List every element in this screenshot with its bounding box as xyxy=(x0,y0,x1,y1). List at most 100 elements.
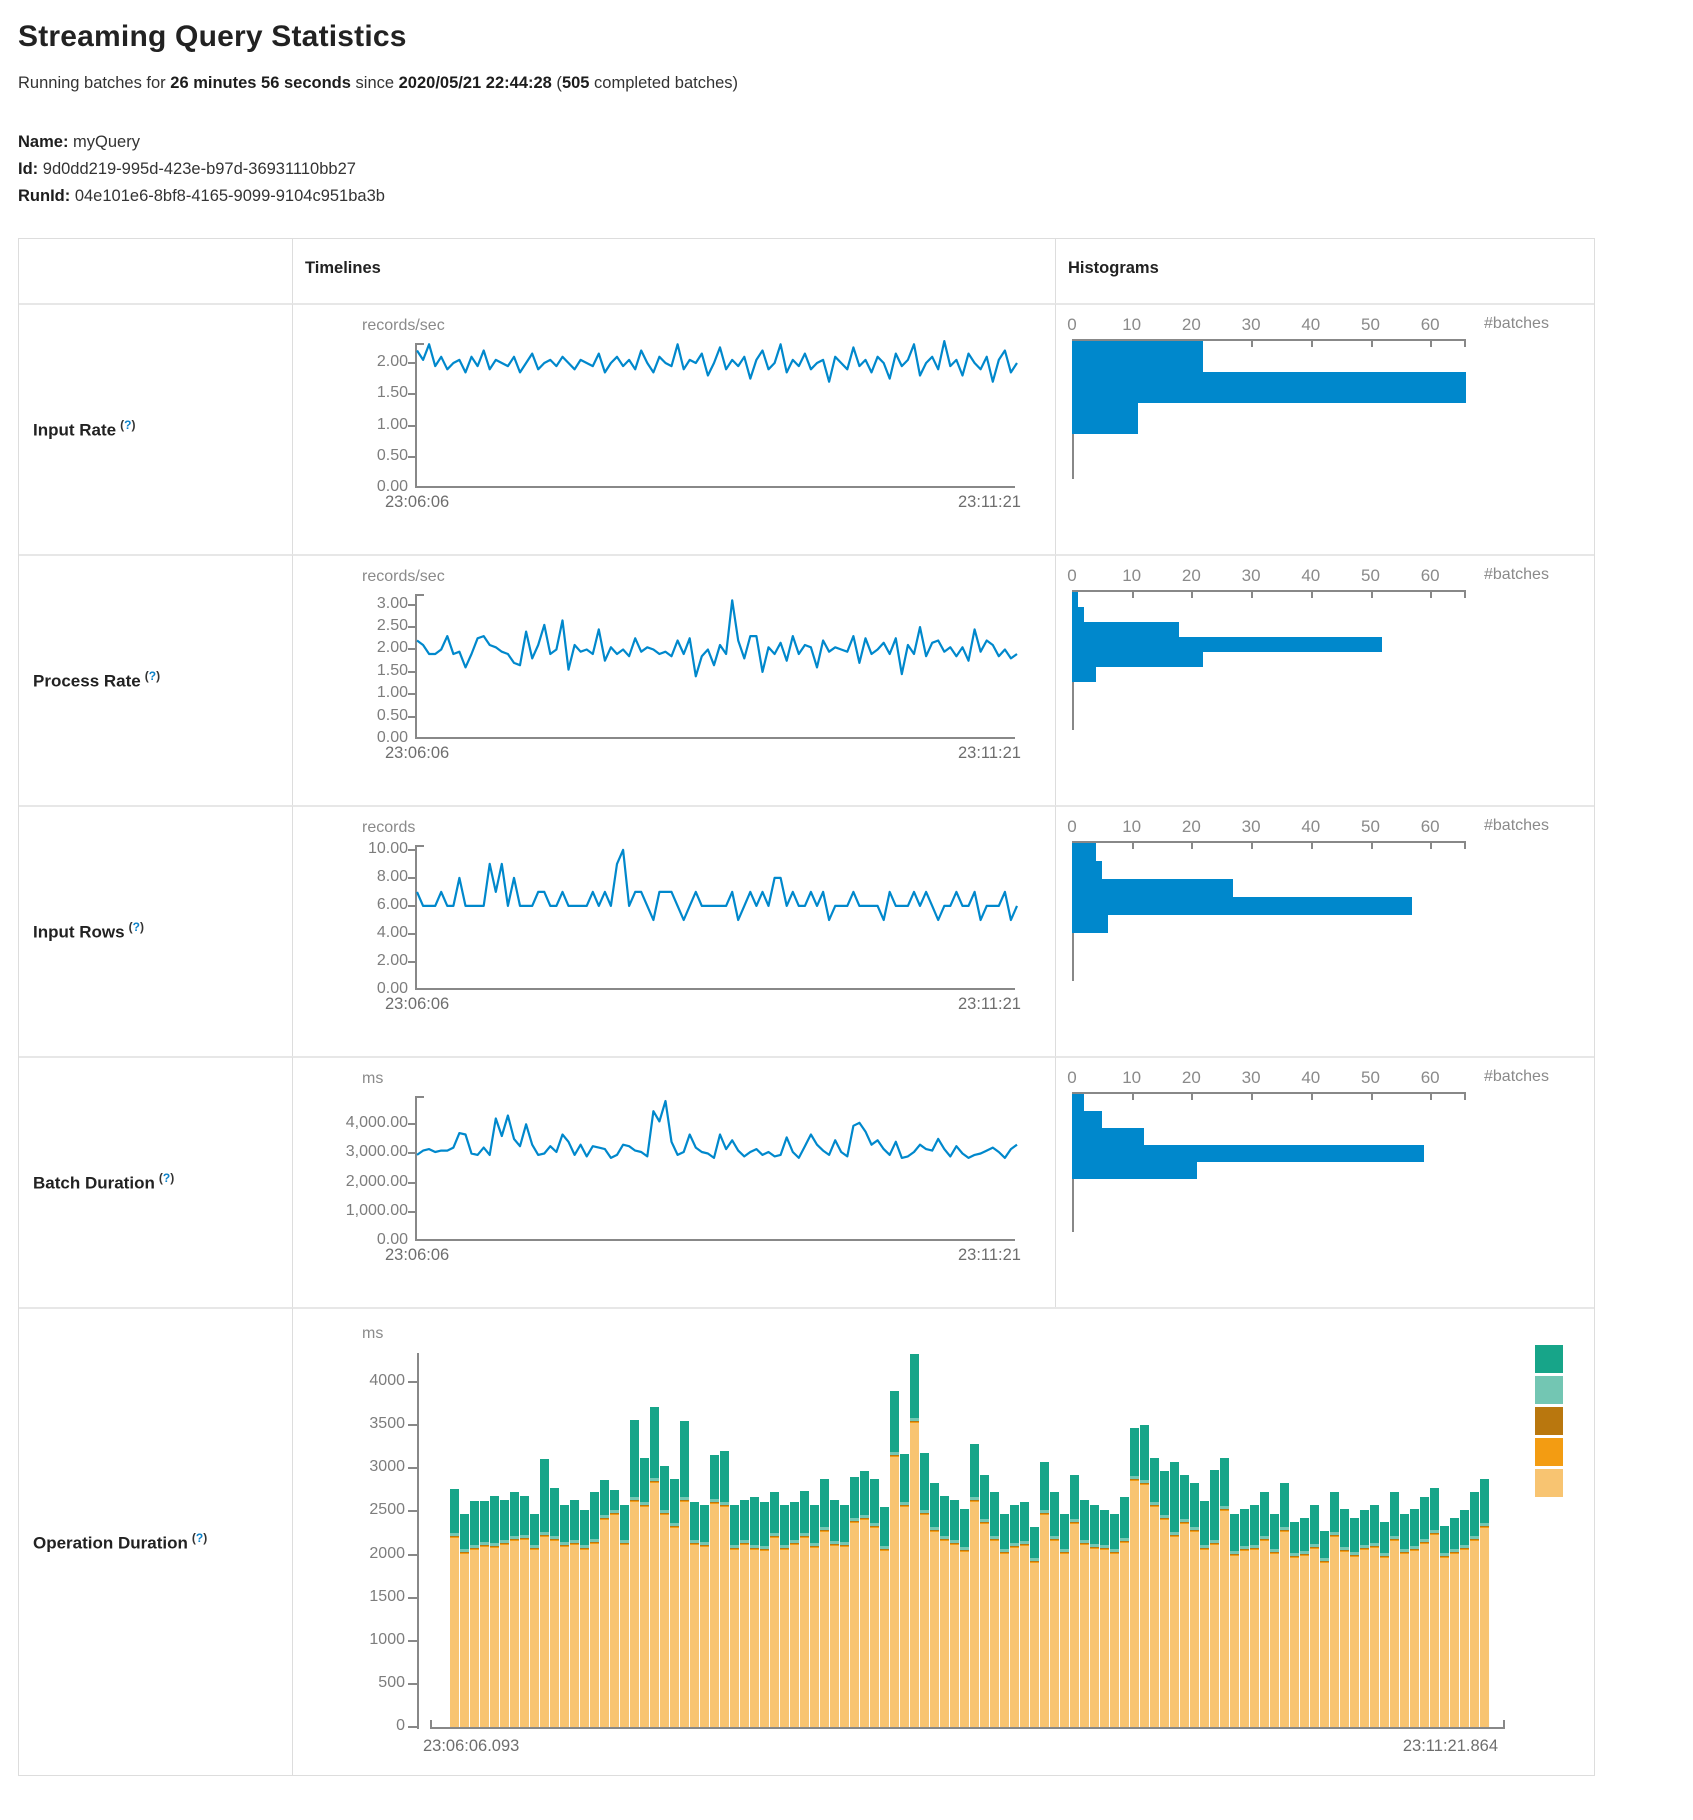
stacked-bar xyxy=(700,1505,709,1727)
stacked-bar xyxy=(580,1510,589,1727)
segment-tan-segment xyxy=(1320,1563,1329,1727)
stacked-bar xyxy=(970,1444,979,1727)
help-tooltip-batch-duration[interactable]: (?) xyxy=(159,1171,174,1185)
histogram-bar xyxy=(1072,403,1138,434)
segment-teal-segment xyxy=(730,1505,739,1545)
segment-tan-segment xyxy=(1290,1558,1299,1727)
segment-tan-segment xyxy=(930,1532,939,1727)
segment-teal-segment xyxy=(480,1501,489,1542)
segment-tan-segment xyxy=(460,1554,469,1727)
segment-teal-segment xyxy=(650,1407,659,1478)
x-axis-start-label: 23:06:06 xyxy=(385,1246,449,1265)
y-tick-label: 2,000.00 xyxy=(346,1173,408,1191)
stacked-bar xyxy=(850,1477,859,1727)
batch-duration-histogram-chart: 0102030405060 #batches xyxy=(1072,1068,1594,1179)
histogram-bar xyxy=(1072,341,1203,372)
histogram-bar xyxy=(1072,879,1233,897)
histogram-bar xyxy=(1072,607,1084,622)
y-tick-mark xyxy=(408,716,415,718)
x-tick-label: 10 xyxy=(1110,566,1154,586)
segment-teal-segment xyxy=(600,1480,609,1515)
segment-teal-segment xyxy=(620,1505,629,1540)
stacked-bar xyxy=(760,1502,769,1727)
statistics-table: Timelines Histograms Input Rate(?) recor… xyxy=(18,238,1595,1776)
segment-teal-segment xyxy=(1090,1505,1099,1544)
segment-tan-segment xyxy=(1100,1550,1109,1727)
y-tick-label: 500 xyxy=(293,1674,405,1692)
segment-tan-segment xyxy=(1280,1532,1289,1727)
legend-swatch xyxy=(1535,1438,1563,1466)
process-rate-histogram-chart: 0102030405060 #batches xyxy=(1072,566,1594,682)
stacked-bar xyxy=(770,1492,779,1727)
histogram-bar xyxy=(1072,1162,1197,1179)
segment-tan-segment xyxy=(890,1457,899,1727)
stacked-bar xyxy=(1370,1505,1379,1727)
histogram-bar xyxy=(1072,1094,1084,1111)
streaming-statistics-page: Streaming Query Statistics Running batch… xyxy=(0,0,1693,1796)
stacked-bar xyxy=(570,1500,579,1727)
help-tooltip-input-rows[interactable]: (?) xyxy=(129,920,144,934)
segment-tan-segment xyxy=(1040,1515,1049,1727)
segment-teal-segment xyxy=(1180,1475,1189,1519)
y-tick-label: 1500 xyxy=(293,1588,405,1606)
segment-teal-segment xyxy=(770,1492,779,1533)
x-tick-label: 40 xyxy=(1289,817,1333,837)
stacked-bar xyxy=(1390,1492,1399,1727)
query-id: 9d0dd219-995d-423e-b97d-36931110bb27 xyxy=(43,160,356,178)
x-tick-label: 20 xyxy=(1169,315,1213,335)
x-tick-labels: 0102030405060 xyxy=(1072,817,1532,841)
input-rate-timeline-cell: records/sec 2.001.501.000.500.00 23:06:0… xyxy=(292,303,1055,554)
segment-tan-segment xyxy=(1170,1537,1179,1727)
row-label-input-rows: Input Rows(?) xyxy=(19,805,292,1056)
segment-teal-segment xyxy=(860,1471,869,1515)
segment-teal-segment xyxy=(960,1509,969,1547)
y-tick-mark xyxy=(408,393,415,395)
x-tick-label: 60 xyxy=(1408,817,1452,837)
segment-teal-segment xyxy=(660,1466,669,1510)
page-title: Streaming Query Statistics xyxy=(18,20,1675,54)
y-tick-label: 2000 xyxy=(293,1545,405,1563)
segment-tan-segment xyxy=(980,1524,989,1727)
histogram-bar xyxy=(1072,622,1179,637)
segment-tan-segment xyxy=(1000,1554,1009,1727)
histogram-bar xyxy=(1072,1111,1102,1128)
process-rate-timeline-chart: records/sec 3.002.502.001.501.000.500.00… xyxy=(293,556,1055,766)
help-tooltip-process-rate[interactable]: (?) xyxy=(145,669,160,683)
y-tick-mark xyxy=(408,1381,417,1383)
segment-teal-segment xyxy=(550,1488,559,1536)
segment-teal-segment xyxy=(1290,1522,1299,1553)
segment-tan-segment xyxy=(1480,1528,1489,1727)
stacked-bar xyxy=(1410,1509,1419,1727)
segment-teal-segment xyxy=(610,1490,619,1510)
x-tick-label: 0 xyxy=(1050,315,1094,335)
segment-tan-segment xyxy=(1200,1550,1209,1727)
stacked-bar xyxy=(1360,1510,1369,1727)
segment-teal-segment xyxy=(510,1492,519,1536)
stacked-bar xyxy=(930,1483,939,1727)
x-tick-label: 30 xyxy=(1229,566,1273,586)
x-axis-line xyxy=(430,1727,1505,1729)
segment-teal-segment xyxy=(850,1477,859,1518)
stacked-bar xyxy=(1310,1505,1319,1727)
x-tick-label: 60 xyxy=(1408,566,1452,586)
histogram-bar xyxy=(1072,843,1096,861)
y-tick-label: 0.50 xyxy=(377,447,408,465)
line-plot: 4,000.003,000.002,000.001,000.000.00 xyxy=(415,1096,1015,1241)
help-tooltip-input-rate[interactable]: (?) xyxy=(120,418,135,432)
stacked-bar xyxy=(1480,1479,1489,1727)
histogram-bars xyxy=(1072,1094,1594,1179)
legend-swatch xyxy=(1535,1376,1563,1404)
segment-teal-segment xyxy=(840,1505,849,1542)
help-tooltip-operation-duration[interactable]: (?) xyxy=(192,1531,207,1545)
y-tick-mark xyxy=(408,425,415,427)
stacked-bar xyxy=(980,1475,989,1727)
segment-tan-segment xyxy=(1370,1548,1379,1727)
process-rate-timeline-cell: records/sec 3.002.502.001.501.000.500.00… xyxy=(292,554,1055,805)
stacked-bar xyxy=(1120,1497,1129,1727)
segment-tan-segment xyxy=(870,1528,879,1727)
stacked-bar xyxy=(1450,1518,1459,1727)
stacked-bar xyxy=(910,1354,919,1727)
segment-tan-segment xyxy=(660,1515,669,1727)
stacked-bar xyxy=(1150,1458,1159,1727)
x-tick-label: 30 xyxy=(1229,315,1273,335)
